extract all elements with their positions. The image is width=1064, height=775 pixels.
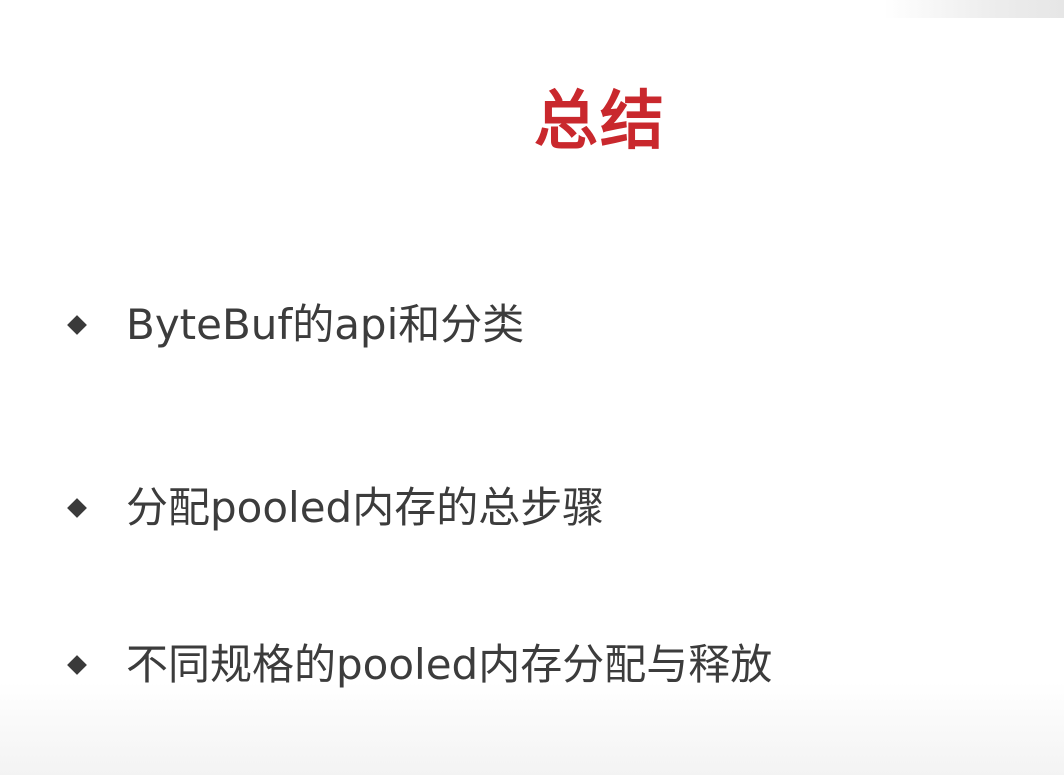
diamond-bullet-icon: [67, 498, 87, 518]
list-item: 分配pooled内存的总步骤: [66, 473, 1026, 543]
bullet-text: 分配pooled内存的总步骤: [126, 483, 605, 532]
list-item: ByteBuf的api和分类: [66, 290, 1026, 360]
diamond-bullet-icon: [67, 315, 87, 335]
bullet-text: ByteBuf的api和分类: [126, 300, 525, 349]
corner-watermark: [884, 0, 1064, 18]
bullet-text: 不同规格的pooled内存分配与释放: [126, 640, 773, 689]
diamond-bullet-icon: [67, 655, 87, 675]
list-item: 不同规格的pooled内存分配与释放: [66, 630, 1026, 700]
slide: 总结 ByteBuf的api和分类 分配pooled内存的总步骤 不同规格的po…: [0, 0, 1064, 775]
slide-title: 总结: [534, 85, 666, 159]
